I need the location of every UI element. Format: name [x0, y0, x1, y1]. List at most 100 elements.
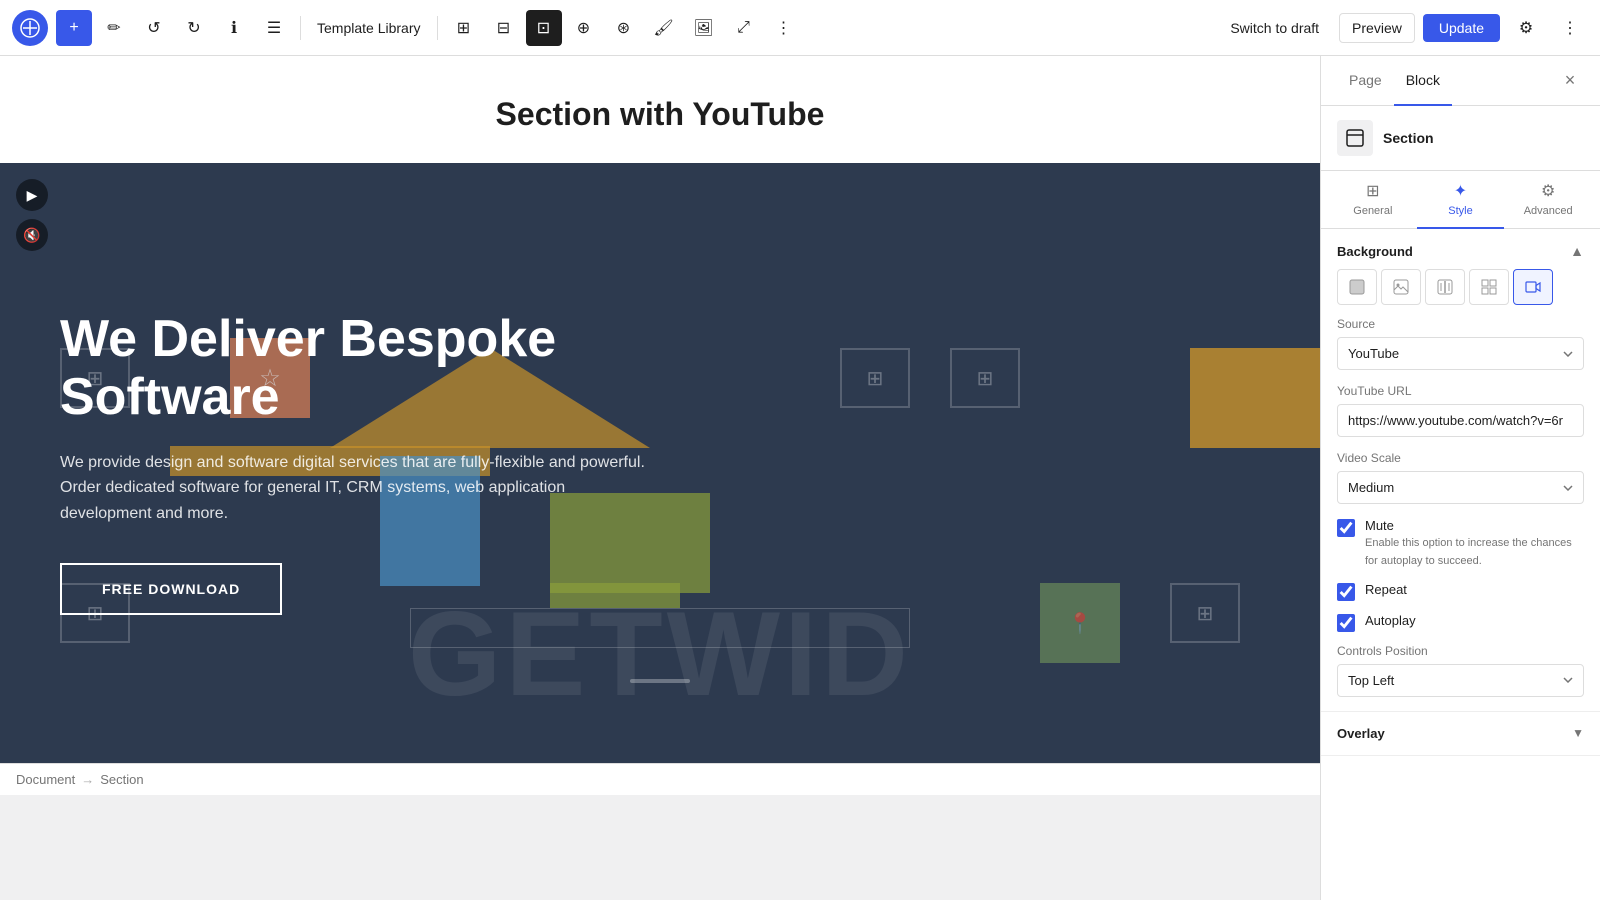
subtab-advanced-label: Advanced	[1524, 205, 1573, 217]
style-subtabs: ⊞ General ✦ Style ⚙ Advanced	[1321, 171, 1600, 229]
tab-page[interactable]: Page	[1337, 56, 1394, 106]
panel-content: Background ▲	[1321, 229, 1600, 900]
background-collapse-button[interactable]: ▲	[1570, 243, 1584, 259]
update-button[interactable]: Update	[1423, 14, 1500, 42]
layout-view-3-button[interactable]: ⊡	[526, 10, 562, 46]
toolbar: + ✏ ↺ ↻ ℹ ☰ Template Library ⊞ ⊟ ⊡ ⊕ ⊛ 🖌…	[0, 0, 1600, 56]
layout-view-2-button[interactable]: ⊟	[486, 10, 522, 46]
toolbar-right-actions: Switch to draft Preview Update ⚙ ⋮	[1218, 10, 1588, 46]
mute-button[interactable]: 🔇	[16, 219, 48, 251]
subtab-general-label: General	[1353, 205, 1392, 217]
section-block-name: Section	[1383, 130, 1434, 146]
video-scale-label: Video Scale	[1337, 451, 1584, 465]
more-options-button[interactable]: ⋮	[766, 10, 802, 46]
panel-block-title: Section	[1321, 106, 1600, 171]
redo-button[interactable]: ↻	[176, 10, 212, 46]
controls-position-select[interactable]: Top Left Top Right Bottom Left Bottom Ri…	[1337, 664, 1584, 697]
play-controls: ▶ 🔇	[16, 179, 48, 251]
hero-body-text: We provide design and software digital s…	[60, 450, 660, 527]
hero-heading: We Deliver Bespoke Software	[60, 311, 740, 425]
template-library-label: Template Library	[309, 20, 429, 36]
wp-logo[interactable]	[12, 10, 48, 46]
overlay-chevron-icon: ▼	[1572, 726, 1584, 740]
hero-section[interactable]: ☆ 📍 ⊞ ⊞ ⊞ ⊞ ⊞ GETWID ▶ 🔇	[0, 163, 1320, 763]
repeat-checkbox-row: Repeat	[1321, 582, 1600, 613]
paint-button[interactable]: 🖌	[646, 10, 682, 46]
bg-type-pattern-button[interactable]	[1469, 269, 1509, 305]
options-button[interactable]: ⋮	[1552, 10, 1588, 46]
source-field-group: Source YouTube Self-hosted Vimeo	[1321, 317, 1600, 384]
align-button[interactable]: ⊕	[566, 10, 602, 46]
shape-yellow-top-right	[1190, 348, 1320, 448]
breadcrumb-section: Section	[100, 772, 143, 787]
autoplay-label-group: Autoplay	[1365, 613, 1584, 628]
overlay-section-header[interactable]: Overlay ▼	[1321, 712, 1600, 755]
page-title: Section with YouTube	[0, 96, 1320, 133]
controls-position-label: Controls Position	[1337, 644, 1584, 658]
autoplay-checkbox-row: Autoplay	[1321, 613, 1600, 644]
right-panel: Page Block × Section ⊞ General ✦ S	[1320, 56, 1600, 900]
autoplay-checkbox[interactable]	[1337, 614, 1355, 632]
mute-checkbox-row: Mute Enable this option to increase the …	[1321, 518, 1600, 582]
subtab-advanced[interactable]: ⚙ Advanced	[1504, 171, 1592, 229]
info-button[interactable]: ℹ	[216, 10, 252, 46]
advanced-icon: ⚙	[1541, 181, 1555, 201]
breadcrumb: Document → Section	[0, 763, 1320, 795]
preview-button[interactable]: Preview	[1339, 13, 1415, 43]
image-button[interactable]: 🖼	[686, 10, 722, 46]
shape-loc-pin: 📍	[1040, 583, 1120, 663]
subtab-style-label: Style	[1448, 205, 1472, 217]
layout-view-1-button[interactable]: ⊞	[446, 10, 482, 46]
general-icon: ⊞	[1366, 181, 1379, 201]
repeat-checkbox[interactable]	[1337, 583, 1355, 601]
hero-content: We Deliver Bespoke Software We provide d…	[0, 231, 800, 694]
panel-header: Page Block ×	[1321, 56, 1600, 106]
edit-mode-button[interactable]: ✏	[96, 10, 132, 46]
main-layout: Section with YouTube ☆ 📍 ⊞ ⊞ ⊞ ⊞ ⊞	[0, 56, 1600, 900]
overlay-title: Overlay	[1337, 726, 1385, 741]
constrain-button[interactable]: ⊛	[606, 10, 642, 46]
bg-type-gradient-button[interactable]	[1425, 269, 1465, 305]
subtab-style[interactable]: ✦ Style	[1417, 171, 1505, 229]
add-block-button[interactable]: +	[56, 10, 92, 46]
autoplay-label: Autoplay	[1365, 613, 1584, 628]
bg-type-video-button[interactable]	[1513, 269, 1553, 305]
video-scale-field-group: Video Scale Small Medium Large Full	[1321, 451, 1600, 518]
tab-block[interactable]: Block	[1394, 56, 1452, 106]
panel-close-button[interactable]: ×	[1556, 67, 1584, 95]
canvas-area: Section with YouTube ☆ 📍 ⊞ ⊞ ⊞ ⊞ ⊞	[0, 56, 1320, 900]
mute-checkbox[interactable]	[1337, 519, 1355, 537]
toolbar-divider	[300, 16, 301, 40]
youtube-url-label: YouTube URL	[1337, 384, 1584, 398]
settings-button[interactable]: ⚙	[1508, 10, 1544, 46]
page-title-area: Section with YouTube	[0, 56, 1320, 163]
bg-type-color-button[interactable]	[1337, 269, 1377, 305]
youtube-url-input[interactable]	[1337, 404, 1584, 437]
list-view-button[interactable]: ☰	[256, 10, 292, 46]
source-label: Source	[1337, 317, 1584, 331]
mute-label-group: Mute Enable this option to increase the …	[1365, 518, 1584, 570]
placeholder-icon-3: ⊞	[950, 348, 1020, 408]
background-section: Background ▲	[1321, 229, 1600, 712]
bg-type-image-button[interactable]	[1381, 269, 1421, 305]
style-icon: ✦	[1454, 181, 1467, 201]
breadcrumb-doc: Document	[16, 772, 75, 787]
controls-position-field-group: Controls Position Top Left Top Right Bot…	[1321, 644, 1600, 711]
undo-button[interactable]: ↺	[136, 10, 172, 46]
fullscreen-button[interactable]: ⤢	[726, 10, 762, 46]
hero-cta-button[interactable]: FREE DOWNLOAD	[60, 563, 282, 615]
background-title: Background	[1337, 244, 1413, 259]
source-select[interactable]: YouTube Self-hosted Vimeo	[1337, 337, 1584, 370]
play-pause-button[interactable]: ▶	[16, 179, 48, 211]
switch-to-draft-button[interactable]: Switch to draft	[1218, 14, 1331, 42]
mute-label: Mute	[1365, 518, 1584, 533]
video-scale-select[interactable]: Small Medium Large Full	[1337, 471, 1584, 504]
overlay-section: Overlay ▼	[1321, 712, 1600, 756]
section-block-icon	[1337, 120, 1373, 156]
mute-desc: Enable this option to increase the chanc…	[1365, 537, 1572, 567]
repeat-label-group: Repeat	[1365, 582, 1584, 597]
youtube-url-field-group: YouTube URL	[1321, 384, 1600, 451]
placeholder-icon-5: ⊞	[1170, 583, 1240, 643]
subtab-general[interactable]: ⊞ General	[1329, 171, 1417, 229]
bg-type-row	[1321, 269, 1600, 317]
